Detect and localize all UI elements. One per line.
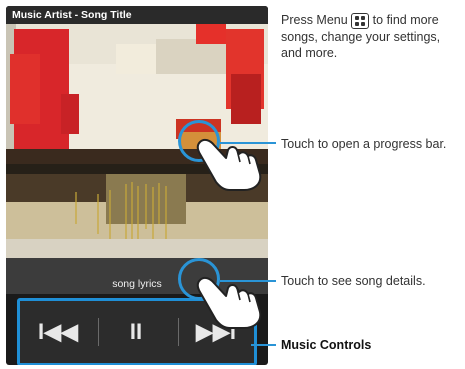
details-annotation: Touch to see song details.: [281, 274, 426, 288]
menu-key-icon: [351, 12, 370, 29]
controls-annotation: Music Controls: [281, 338, 372, 352]
touch-hand-icon: [196, 138, 262, 191]
controls-divider: [178, 318, 179, 346]
pause-button[interactable]: II: [104, 301, 168, 363]
menu-annotation-prefix: Press Menu: [281, 13, 348, 27]
progress-leader-line: [220, 142, 276, 144]
details-leader-line: [220, 280, 276, 282]
menu-annotation: Press Menu to find more songs, change yo…: [281, 12, 461, 61]
controls-leader-line: [251, 344, 276, 346]
touch-hand-icon: [196, 276, 262, 329]
previous-track-button[interactable]: I◀◀: [26, 301, 90, 363]
song-title-bar: Music Artist - Song Title: [6, 6, 268, 24]
controls-divider: [98, 318, 99, 346]
progress-annotation: Touch to open a progress bar.: [281, 137, 447, 151]
